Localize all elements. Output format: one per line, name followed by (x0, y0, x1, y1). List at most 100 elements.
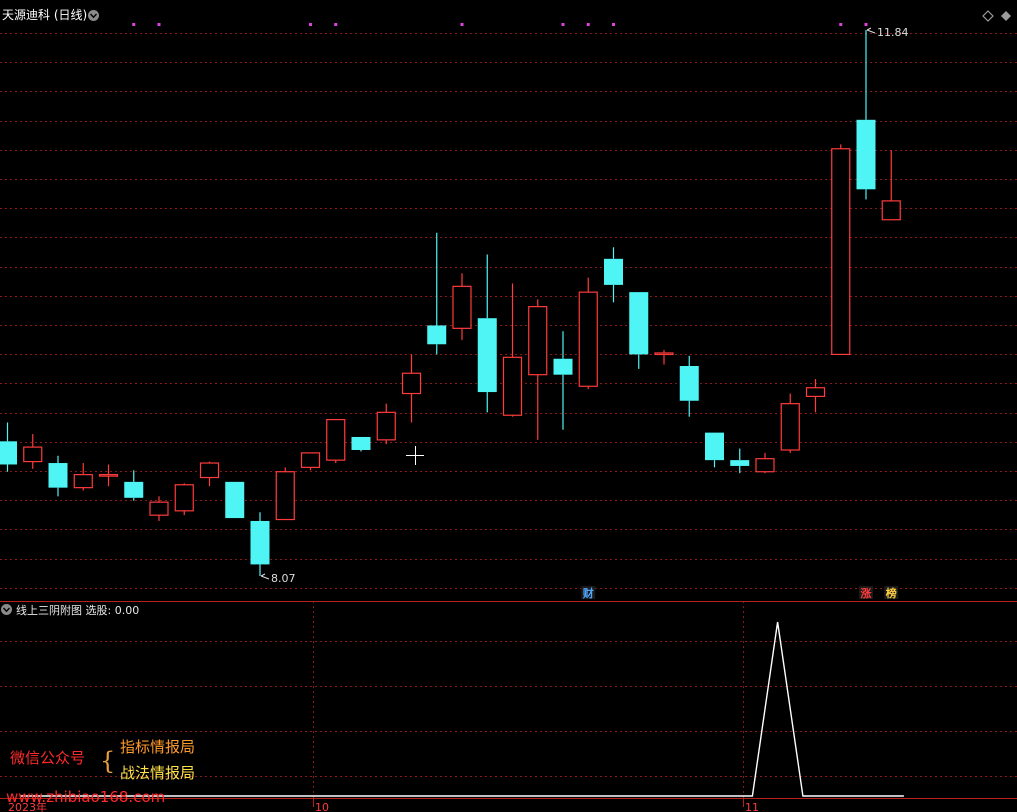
candle[interactable] (275, 467, 295, 521)
event-marker-text: 涨 (861, 586, 872, 600)
candle-body (225, 481, 245, 519)
diamond-outline-icon[interactable] (982, 10, 994, 22)
candle[interactable] (225, 481, 245, 519)
time-axis-label-oct: 10 (315, 801, 329, 812)
candle-body (250, 520, 270, 565)
candlestick-series (0, 30, 901, 576)
candle[interactable] (0, 422, 17, 472)
annotation-arrow (866, 27, 876, 34)
candle[interactable] (199, 461, 220, 487)
candle-body (351, 436, 371, 450)
candle-body (48, 463, 68, 488)
period-menu-icon[interactable] (88, 10, 99, 21)
candle-body (452, 285, 472, 329)
candle[interactable] (427, 232, 447, 355)
price-annotation: 11.84 (866, 26, 909, 39)
event-marker-text: 榜 (886, 586, 897, 600)
candle-body (427, 325, 447, 345)
candle-body (578, 291, 598, 387)
candle-body (23, 446, 43, 463)
candle[interactable] (831, 144, 851, 356)
indicator-menu-icon[interactable] (1, 604, 12, 615)
main-panel-title: 天源迪科 (日线) (2, 8, 87, 22)
candle[interactable] (881, 150, 901, 221)
signal-dot (334, 23, 338, 26)
indicator-field-label: 选股: (86, 604, 115, 617)
candle[interactable] (578, 277, 598, 390)
candle-body (124, 481, 144, 498)
candle-body (199, 462, 220, 479)
candlestick-chart-canvas[interactable]: 8.0711.84 财涨榜 天源迪科 (日线) 线上三阴附图 选股: 0.00 … (0, 0, 1017, 812)
candle[interactable] (23, 434, 43, 469)
candle-body (679, 366, 699, 401)
candle-body (856, 119, 876, 190)
candle[interactable] (300, 452, 321, 471)
price-annotation: 8.07 (260, 572, 296, 585)
candle-body (755, 458, 775, 473)
candle[interactable] (755, 452, 775, 474)
candle[interactable] (502, 283, 523, 417)
candle[interactable] (679, 355, 699, 417)
candle-body (730, 460, 750, 466)
candle[interactable] (856, 30, 876, 200)
candle[interactable] (477, 254, 497, 413)
candle[interactable] (780, 393, 800, 453)
candle[interactable] (528, 299, 548, 440)
event-marker[interactable]: 榜 (884, 586, 899, 600)
candle-body (604, 258, 623, 285)
candle-body (300, 452, 321, 468)
candle[interactable] (376, 403, 396, 445)
candle-body (73, 474, 93, 489)
signal-dot (839, 23, 843, 26)
candle-body (629, 292, 649, 355)
indicator-value: 0.00 (115, 604, 140, 617)
watermark-name-1: 指标情报局 (120, 738, 195, 756)
diamond-filled-icon[interactable] (1001, 11, 1011, 21)
candle[interactable] (98, 464, 119, 487)
signal-dot (132, 23, 136, 26)
candle[interactable] (604, 247, 623, 303)
signal-dot (157, 23, 161, 26)
candle[interactable] (553, 331, 573, 430)
candle-body (553, 358, 573, 375)
candle[interactable] (452, 273, 472, 340)
indicator-title: 线上三阴附图 选股: 0.00 (16, 603, 139, 617)
candle[interactable] (401, 354, 422, 423)
candle-body (831, 148, 851, 356)
signal-dot (561, 23, 565, 26)
candle[interactable] (351, 436, 371, 452)
candle-body (780, 403, 800, 451)
candle-body (654, 352, 674, 356)
candle-body (0, 441, 17, 465)
event-marker[interactable]: 涨 (859, 586, 873, 600)
candle[interactable] (48, 455, 68, 497)
candle[interactable] (805, 379, 826, 413)
signal-dot (460, 23, 464, 26)
watermark-wechat-label: 微信公众号 (10, 749, 85, 767)
event-marker-text: 财 (582, 586, 594, 600)
signal-dot (612, 23, 615, 26)
candle[interactable] (174, 483, 194, 516)
candle-body (705, 432, 724, 461)
candle-body (149, 501, 169, 516)
annotation-arrow (260, 573, 270, 580)
candle-body (477, 318, 497, 393)
candle[interactable] (629, 292, 649, 369)
candle[interactable] (250, 512, 270, 576)
candle-body (805, 387, 826, 398)
indicator-name: 线上三阴附图 (16, 603, 82, 617)
candle[interactable] (124, 470, 144, 501)
candle-body (376, 411, 396, 441)
candle[interactable] (73, 463, 93, 491)
candle[interactable] (730, 448, 750, 474)
event-marker[interactable]: 财 (581, 586, 596, 600)
signal-dot (309, 23, 312, 26)
time-axis-label-year: 2023年 (8, 800, 47, 812)
watermark-name-2: 战法情报局 (120, 764, 195, 782)
annotation-text: 11.84 (877, 26, 909, 39)
candle[interactable] (326, 418, 346, 464)
candle[interactable] (705, 432, 724, 468)
time-axis-label-nov: 11 (745, 801, 759, 812)
candle[interactable] (654, 350, 674, 365)
candle-body (98, 474, 119, 477)
